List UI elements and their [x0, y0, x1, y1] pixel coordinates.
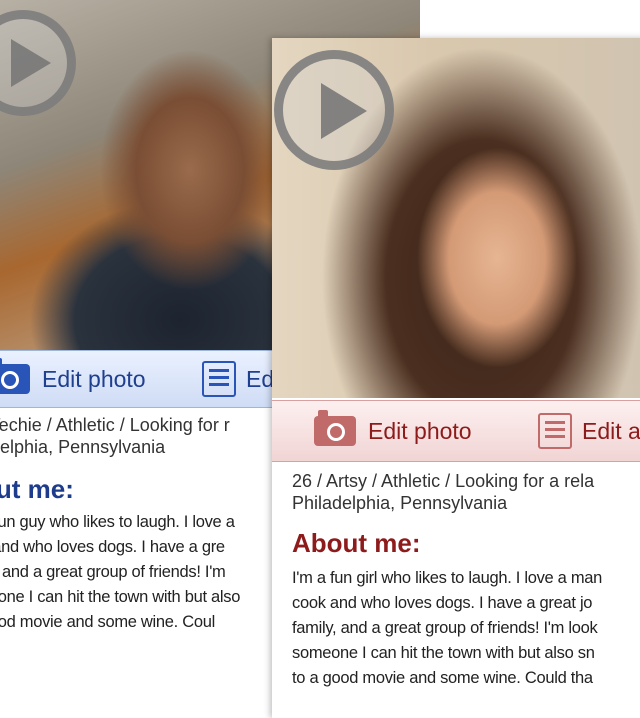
- profile-tags: 26 / Artsy / Athletic / Looking for a re…: [292, 471, 595, 491]
- play-icon: [11, 39, 51, 87]
- profile-location: adelphia, Pennsylvania: [0, 437, 166, 457]
- bio-line: cook and who loves dogs. I have a great …: [292, 594, 593, 612]
- bio-line: someone I can hit the town with but also…: [292, 644, 595, 662]
- edit-profile-label: Ed: [246, 365, 275, 392]
- bio-line: to a good movie and some wine. Could tha: [292, 669, 593, 687]
- profile-location: Philadelphia, Pennsylvania: [292, 493, 508, 513]
- bio-line: ily, and a great group of friends! I'm: [0, 563, 226, 581]
- about-me-heading: out me:: [0, 474, 74, 504]
- bio-line: good movie and some wine. Coul: [0, 613, 215, 631]
- about-me-text: a fun guy who likes to laugh. I love a k…: [0, 510, 240, 635]
- edit-photo-button[interactable]: Edit photo: [0, 351, 146, 407]
- bio-line: family, and a great group of friends! I'…: [292, 619, 598, 637]
- about-me-heading: About me:: [292, 528, 421, 558]
- camera-icon: [314, 410, 356, 446]
- profile-meta: / Techie / Athletic / Looking for r adel…: [0, 414, 230, 458]
- edit-profile-button[interactable]: Ed: [202, 351, 274, 407]
- edit-profile-label: Edit a: [582, 417, 640, 444]
- edit-photo-label: Edit photo: [42, 365, 146, 392]
- bio-line: k and who loves dogs. I have a gre: [0, 538, 225, 556]
- camera-icon: [0, 358, 30, 394]
- photo-toolbar: Edit photo Edit a: [272, 400, 640, 462]
- edit-photo-button[interactable]: Edit photo: [314, 401, 472, 461]
- edit-photo-label: Edit photo: [368, 417, 472, 444]
- edit-profile-button[interactable]: Edit a: [538, 401, 640, 461]
- play-video-button[interactable]: [274, 50, 394, 170]
- profile-card-front: Edit photo Edit a 26 / Artsy / Athletic …: [272, 38, 640, 718]
- about-me-text: I'm a fun girl who likes to laugh. I lov…: [292, 566, 602, 691]
- profile-tags: / Techie / Athletic / Looking for r: [0, 415, 230, 435]
- document-icon: [202, 361, 236, 397]
- document-icon: [538, 413, 572, 449]
- bio-line: I'm a fun girl who likes to laugh. I lov…: [292, 569, 603, 587]
- bio-line: a fun guy who likes to laugh. I love a: [0, 513, 235, 531]
- play-icon: [321, 83, 367, 139]
- profile-meta: 26 / Artsy / Athletic / Looking for a re…: [292, 470, 594, 514]
- bio-line: neone I can hit the town with but also: [0, 588, 241, 606]
